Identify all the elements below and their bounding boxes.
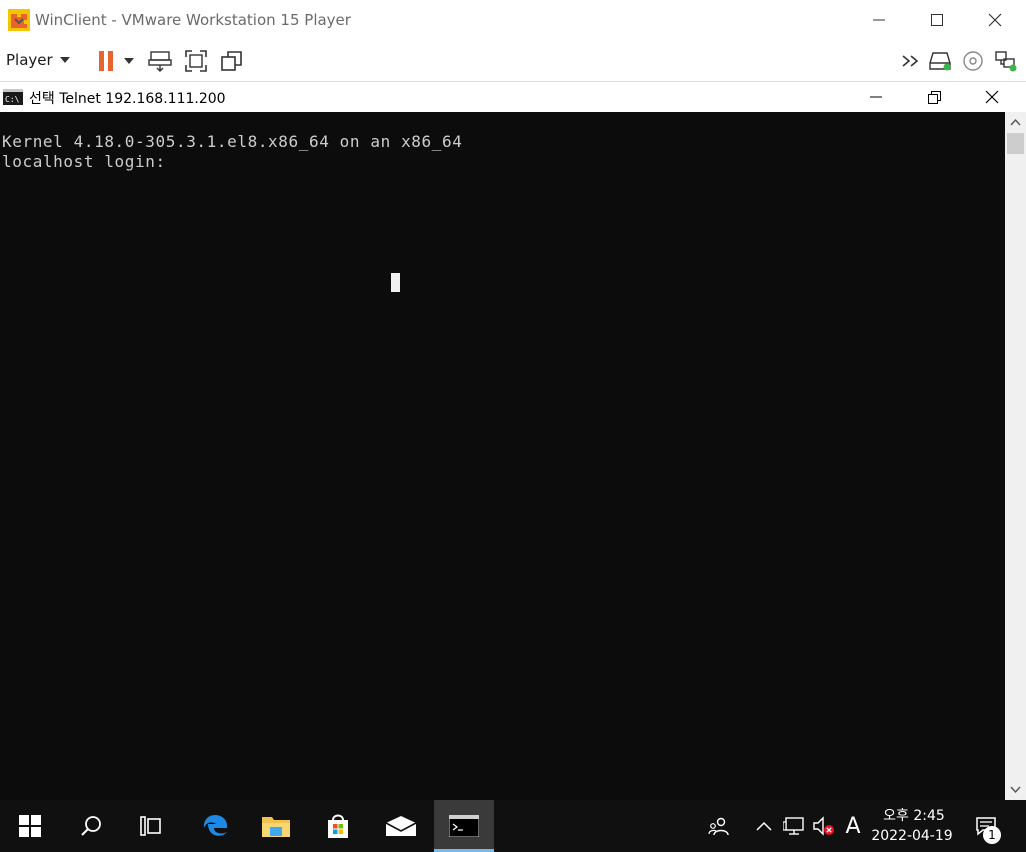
- taskbar-edge[interactable]: [185, 800, 245, 852]
- scroll-down-icon[interactable]: [1010, 786, 1021, 794]
- action-center-button[interactable]: [966, 800, 1006, 852]
- cd-drive-icon: [963, 51, 983, 71]
- more-devices-button[interactable]: [897, 47, 925, 75]
- telnet-console[interactable]: [0, 112, 1005, 800]
- console-line: Kernel 4.18.0-305.3.1.el8.x86_64 on an x…: [2, 132, 463, 151]
- task-view-button[interactable]: [121, 800, 181, 852]
- dropdown-icon: [59, 57, 70, 63]
- player-menu-label: Player: [6, 51, 53, 69]
- clock-time[interactable]: 오후 2:45: [870, 805, 958, 825]
- removable-device-button[interactable]: [926, 47, 954, 75]
- telnet-close-button[interactable]: [963, 82, 1021, 112]
- network-tray-icon: [783, 817, 804, 835]
- close-button[interactable]: [966, 0, 1024, 40]
- volume-button[interactable]: [811, 800, 837, 852]
- send-ctrl-alt-del-icon: [148, 51, 172, 72]
- network-icon: [995, 51, 1017, 72]
- scroll-up-icon[interactable]: [1010, 118, 1021, 126]
- store-icon: [328, 814, 348, 838]
- maximize-button[interactable]: [908, 0, 966, 40]
- search-button[interactable]: [61, 800, 121, 852]
- restore-icon: [927, 90, 941, 104]
- maximize-icon: [931, 14, 943, 26]
- minimize-icon: [873, 19, 885, 21]
- send-ctrl-alt-del-button[interactable]: [146, 47, 174, 75]
- cmd-icon: C:\: [3, 89, 23, 105]
- close-icon: [985, 90, 999, 104]
- people-button[interactable]: [703, 800, 735, 852]
- minimize-button[interactable]: [850, 0, 908, 40]
- start-button[interactable]: [0, 800, 60, 852]
- edge-icon: [203, 815, 228, 836]
- network-tray-button[interactable]: [781, 800, 807, 852]
- taskbar-mail[interactable]: [371, 800, 431, 852]
- cmd-icon: [449, 815, 479, 837]
- player-menu-button[interactable]: Player: [6, 47, 70, 73]
- show-hidden-icons-button[interactable]: [752, 800, 776, 852]
- console-line: localhost login:: [2, 152, 166, 171]
- windows-start-icon: [19, 815, 41, 837]
- removable-device-icon: [929, 52, 951, 71]
- search-icon: [81, 816, 101, 836]
- vmware-logo-icon: [8, 9, 30, 31]
- people-icon: [708, 817, 729, 836]
- console-scrollbar[interactable]: [1005, 112, 1026, 800]
- fit-guest-icon: [185, 50, 207, 72]
- notification-count-badge: 1: [983, 826, 1001, 844]
- cd-drive-button[interactable]: [959, 47, 987, 75]
- svg-text:C:\: C:\: [5, 95, 20, 104]
- ime-indicator[interactable]: A: [840, 800, 866, 852]
- taskbar-file-explorer[interactable]: [246, 800, 306, 852]
- pause-icon: [99, 51, 113, 71]
- mail-icon: [385, 816, 417, 836]
- window-title: WinClient - VMware Workstation 15 Player: [35, 11, 351, 29]
- telnet-restore-button[interactable]: [905, 82, 963, 112]
- minimize-icon: [870, 96, 882, 98]
- unity-button[interactable]: [218, 47, 246, 75]
- file-explorer-icon: [262, 817, 290, 837]
- dropdown-icon: [124, 58, 134, 64]
- clock-date[interactable]: 2022-04-19: [862, 828, 962, 844]
- pause-button[interactable]: [92, 47, 120, 75]
- fit-guest-button[interactable]: [182, 47, 210, 75]
- task-view-icon: [140, 816, 161, 836]
- unity-icon: [221, 51, 242, 71]
- network-adapter-button[interactable]: [992, 47, 1020, 75]
- text-cursor: [391, 273, 400, 292]
- close-icon: [988, 13, 1002, 27]
- telnet-window-title: 선택 Telnet 192.168.111.200: [29, 91, 226, 107]
- power-dropdown-button[interactable]: [118, 47, 140, 75]
- taskbar-store[interactable]: [308, 800, 368, 852]
- telnet-minimize-button[interactable]: [847, 82, 905, 112]
- more-icon: [902, 55, 919, 67]
- chevron-up-icon: [756, 821, 772, 831]
- volume-muted-icon: [813, 816, 834, 836]
- scrollbar-thumb[interactable]: [1007, 133, 1024, 154]
